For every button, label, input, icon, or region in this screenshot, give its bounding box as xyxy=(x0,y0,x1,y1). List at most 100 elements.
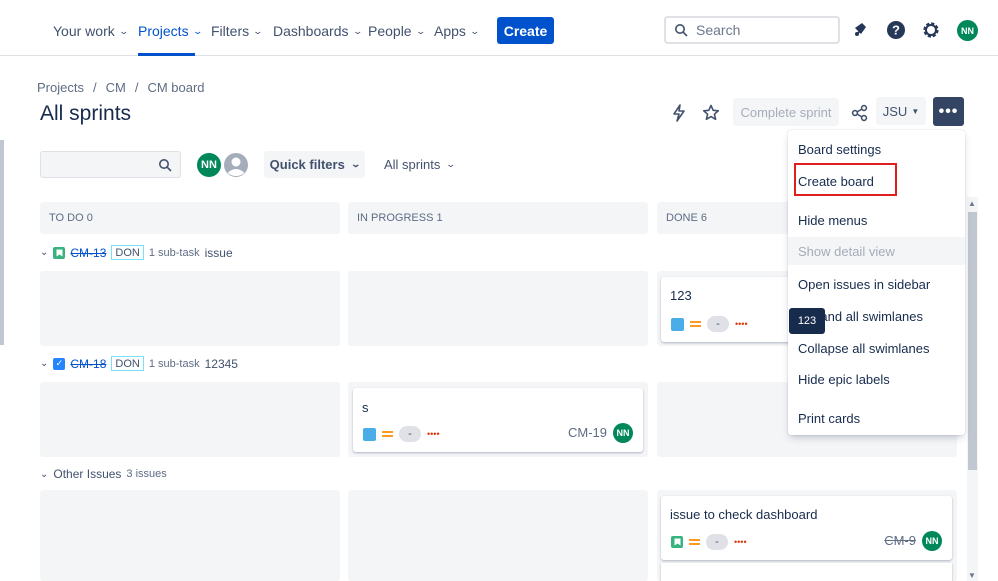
column-header-todo: TO DO 0 xyxy=(40,202,340,234)
board-search-input[interactable] xyxy=(40,151,181,178)
menu-item-show-detail-view[interactable]: Show detail view xyxy=(788,237,965,265)
card-meta: - •••• xyxy=(671,534,747,550)
board-cell[interactable] xyxy=(40,271,340,346)
breadcrumb-separator: / xyxy=(134,80,139,95)
active-nav-indicator xyxy=(138,53,195,56)
board-cell[interactable] xyxy=(40,490,340,581)
swimlane-header[interactable]: ⌄ CM-13 DON 1 sub-task issue xyxy=(40,245,233,260)
chevron-down-icon: ⌄ xyxy=(351,25,363,36)
nav-filters[interactable]: Filters ⌄ xyxy=(211,22,264,40)
assignee-avatar[interactable]: NN xyxy=(613,423,633,443)
estimate-pill: - xyxy=(706,534,728,550)
status-badge: DON xyxy=(111,245,144,260)
jsu-button[interactable]: JSU ▼ xyxy=(876,97,926,125)
chevron-down-icon: ⌄ xyxy=(40,358,49,369)
issue-key[interactable]: CM-18 xyxy=(70,357,106,371)
share-icon[interactable] xyxy=(850,103,870,123)
chevron-down-icon: ⌄ xyxy=(469,25,480,36)
subtask-count: 1 sub-task xyxy=(148,357,200,370)
chevron-down-icon: ⌄ xyxy=(415,25,426,36)
help-icon[interactable]: ? xyxy=(886,20,906,40)
create-button[interactable]: Create xyxy=(497,17,554,44)
nav-people[interactable]: People ⌄ xyxy=(368,22,426,40)
complete-sprint-button[interactable]: Complete sprint xyxy=(733,98,839,126)
breadcrumb-cm[interactable]: CM xyxy=(106,80,126,95)
menu-item-print-cards[interactable]: Print cards xyxy=(788,405,965,431)
story-icon xyxy=(53,246,66,259)
sprint-select-label: All sprints xyxy=(384,157,441,172)
priority-medium-icon xyxy=(689,539,700,545)
issue-card[interactable]: issue to check dashboard - •••• CM-9 NN xyxy=(661,496,952,560)
nav-projects-label: Projects xyxy=(138,23,189,39)
priority-medium-icon xyxy=(382,431,393,437)
chevron-down-icon: ⌄ xyxy=(252,25,264,36)
sidebar-edge[interactable] xyxy=(0,140,4,345)
board-cell[interactable] xyxy=(348,490,648,581)
swimlane-label: Other Issues xyxy=(53,467,122,481)
nav-dashboards[interactable]: Dashboards ⌄ xyxy=(273,22,363,40)
scroll-down-arrow-icon[interactable]: ▼ xyxy=(968,571,976,580)
task-check-icon: ✓ xyxy=(53,357,66,370)
estimate-pill: - xyxy=(399,426,421,442)
status-dots: •••• xyxy=(427,429,440,439)
nav-projects[interactable]: Projects ⌄ xyxy=(138,22,203,40)
menu-item-open-issues-sidebar[interactable]: Open issues in sidebar xyxy=(788,271,965,297)
top-navigation: Your work ⌄ Projects ⌄ Filters ⌄ Dashboards… xyxy=(0,0,998,56)
automation-lightning-icon[interactable] xyxy=(669,103,689,123)
star-icon[interactable] xyxy=(701,103,721,123)
menu-item-hide-epic-labels[interactable]: Hide epic labels xyxy=(788,366,965,392)
settings-gear-icon[interactable] xyxy=(921,20,941,40)
user-avatar[interactable]: NN xyxy=(957,20,978,41)
scroll-up-arrow-icon[interactable]: ▲ xyxy=(968,199,976,208)
more-actions-button[interactable]: ••• xyxy=(933,97,964,126)
nav-people-label: People xyxy=(368,23,412,39)
quick-filters-dropdown[interactable]: Quick filters ⌄ xyxy=(264,151,365,178)
nav-dashboards-label: Dashboards xyxy=(273,23,349,39)
subtask-count: 1 sub-task xyxy=(148,246,200,259)
board-cell[interactable] xyxy=(40,382,340,457)
svg-text:?: ? xyxy=(892,23,900,38)
breadcrumb-projects[interactable]: Projects xyxy=(37,80,84,95)
chevron-down-icon: ⌄ xyxy=(192,25,203,36)
assignee-avatar[interactable]: NN xyxy=(922,531,942,551)
caret-down-icon: ▼ xyxy=(911,106,920,116)
estimate-pill: - xyxy=(707,316,729,332)
chevron-down-icon: ⌄ xyxy=(118,25,129,36)
notifications-icon[interactable] xyxy=(850,20,870,40)
sprint-select-dropdown[interactable]: All sprints ⌄ xyxy=(384,157,456,172)
swimlane-header[interactable]: ⌄ Other Issues 3 issues xyxy=(40,467,167,481)
swimlane-header[interactable]: ⌄ ✓ CM-18 DON 1 sub-task 12345 xyxy=(40,356,238,371)
nav-apps[interactable]: Apps ⌄ xyxy=(434,22,480,40)
chevron-down-icon: ⌄ xyxy=(40,468,49,480)
menu-item-hide-menus[interactable]: Hide menus xyxy=(788,207,965,233)
page-title: All sprints xyxy=(40,102,132,125)
breadcrumb: Projects / CM / CM board xyxy=(37,80,205,95)
issue-key[interactable]: CM-13 xyxy=(70,246,106,260)
menu-item-collapse-swimlanes[interactable]: Collapse all swimlanes xyxy=(788,335,965,361)
story-icon xyxy=(671,536,683,548)
breadcrumb-separator: / xyxy=(92,80,97,95)
search-icon xyxy=(159,159,172,172)
search-placeholder: Search xyxy=(696,22,741,38)
scrollbar-thumb[interactable] xyxy=(968,212,977,470)
search-input[interactable]: Search xyxy=(664,16,840,44)
card-issue-key[interactable]: CM-19 xyxy=(568,425,607,440)
card-title: issue to check dashboard xyxy=(670,507,818,522)
card-issue-key[interactable]: CM-9 xyxy=(884,533,916,548)
quick-filters-label: Quick filters xyxy=(269,157,345,172)
filter-avatar-nn[interactable]: NN xyxy=(195,151,223,179)
tooltip: 123 xyxy=(789,308,825,334)
menu-item-board-settings[interactable]: Board settings xyxy=(788,136,965,162)
breadcrumb-cm-board[interactable]: CM board xyxy=(147,80,204,95)
nav-your-work-label: Your work xyxy=(53,23,115,39)
annotation-highlight xyxy=(794,163,897,196)
issue-summary: 12345 xyxy=(204,356,238,371)
issue-count: 3 issues xyxy=(126,468,167,480)
issue-card[interactable] xyxy=(661,563,952,581)
unassigned-avatar-icon[interactable] xyxy=(222,151,250,179)
column-header-in-progress: IN PROGRESS 1 xyxy=(348,202,648,234)
nav-your-work[interactable]: Your work ⌄ xyxy=(53,22,129,40)
issue-card[interactable]: s - •••• CM-19 NN xyxy=(353,388,643,452)
status-dots: •••• xyxy=(735,319,748,329)
board-cell[interactable] xyxy=(348,271,648,346)
